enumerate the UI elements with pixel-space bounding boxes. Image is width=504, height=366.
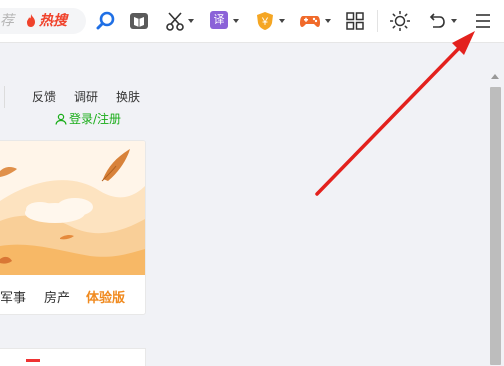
browser-toolbar: 荐 热搜 译 ￥ [0, 0, 504, 43]
brightness-sun-icon[interactable] [390, 11, 410, 31]
user-icon [55, 113, 67, 125]
skin-link[interactable]: 换肤 [116, 88, 140, 105]
translate-glyph: 译 [213, 13, 225, 26]
login-label: 登录/注册 [69, 112, 122, 126]
content-card [0, 348, 146, 366]
undo-icon[interactable] [427, 11, 447, 31]
user-links-bar: 反馈 调研 换肤 登录/注册 [0, 84, 145, 129]
feedback-link[interactable]: 反馈 [32, 88, 56, 105]
coupon-shield-icon[interactable]: ￥ [255, 11, 275, 31]
autumn-illustration [0, 141, 145, 275]
vertical-scrollbar[interactable] [486, 70, 504, 365]
translate-icon[interactable]: 译 [210, 11, 228, 29]
apps-grid-icon[interactable] [345, 11, 365, 31]
hot-search-label[interactable]: 热搜 [39, 8, 67, 34]
chevron-down-icon[interactable] [188, 19, 194, 23]
category-nav: 军事 房产 体验版 [0, 275, 145, 313]
screenshot-scissors-icon[interactable] [165, 11, 185, 31]
scroll-up-arrow-icon[interactable] [491, 74, 499, 79]
chevron-down-icon[interactable] [279, 19, 285, 23]
search-placeholder: 荐 [0, 13, 14, 29]
search-box[interactable]: 荐 热搜 [0, 8, 86, 34]
chevron-down-icon[interactable] [233, 19, 239, 23]
coupon-glyph: ￥ [260, 17, 270, 28]
chevron-down-icon[interactable] [451, 19, 457, 23]
nav-real-estate[interactable]: 房产 [44, 287, 70, 306]
menu-icon[interactable] [474, 11, 492, 31]
game-controller-icon[interactable] [299, 11, 321, 31]
chevron-down-icon[interactable] [325, 19, 331, 23]
search-icon[interactable] [96, 11, 116, 31]
flame-icon [27, 14, 35, 27]
nav-military[interactable]: 军事 [0, 287, 26, 306]
scroll-thumb[interactable] [490, 87, 501, 365]
promo-card: 军事 房产 体验版 [0, 140, 146, 315]
toolbar-divider [377, 10, 378, 32]
card-marker [26, 359, 40, 362]
login-register-link[interactable]: 登录/注册 [55, 110, 121, 127]
survey-link[interactable]: 调研 [74, 88, 98, 105]
divider [4, 86, 5, 108]
nav-experience-version[interactable]: 体验版 [86, 287, 125, 306]
reader-mode-icon[interactable] [129, 11, 149, 31]
